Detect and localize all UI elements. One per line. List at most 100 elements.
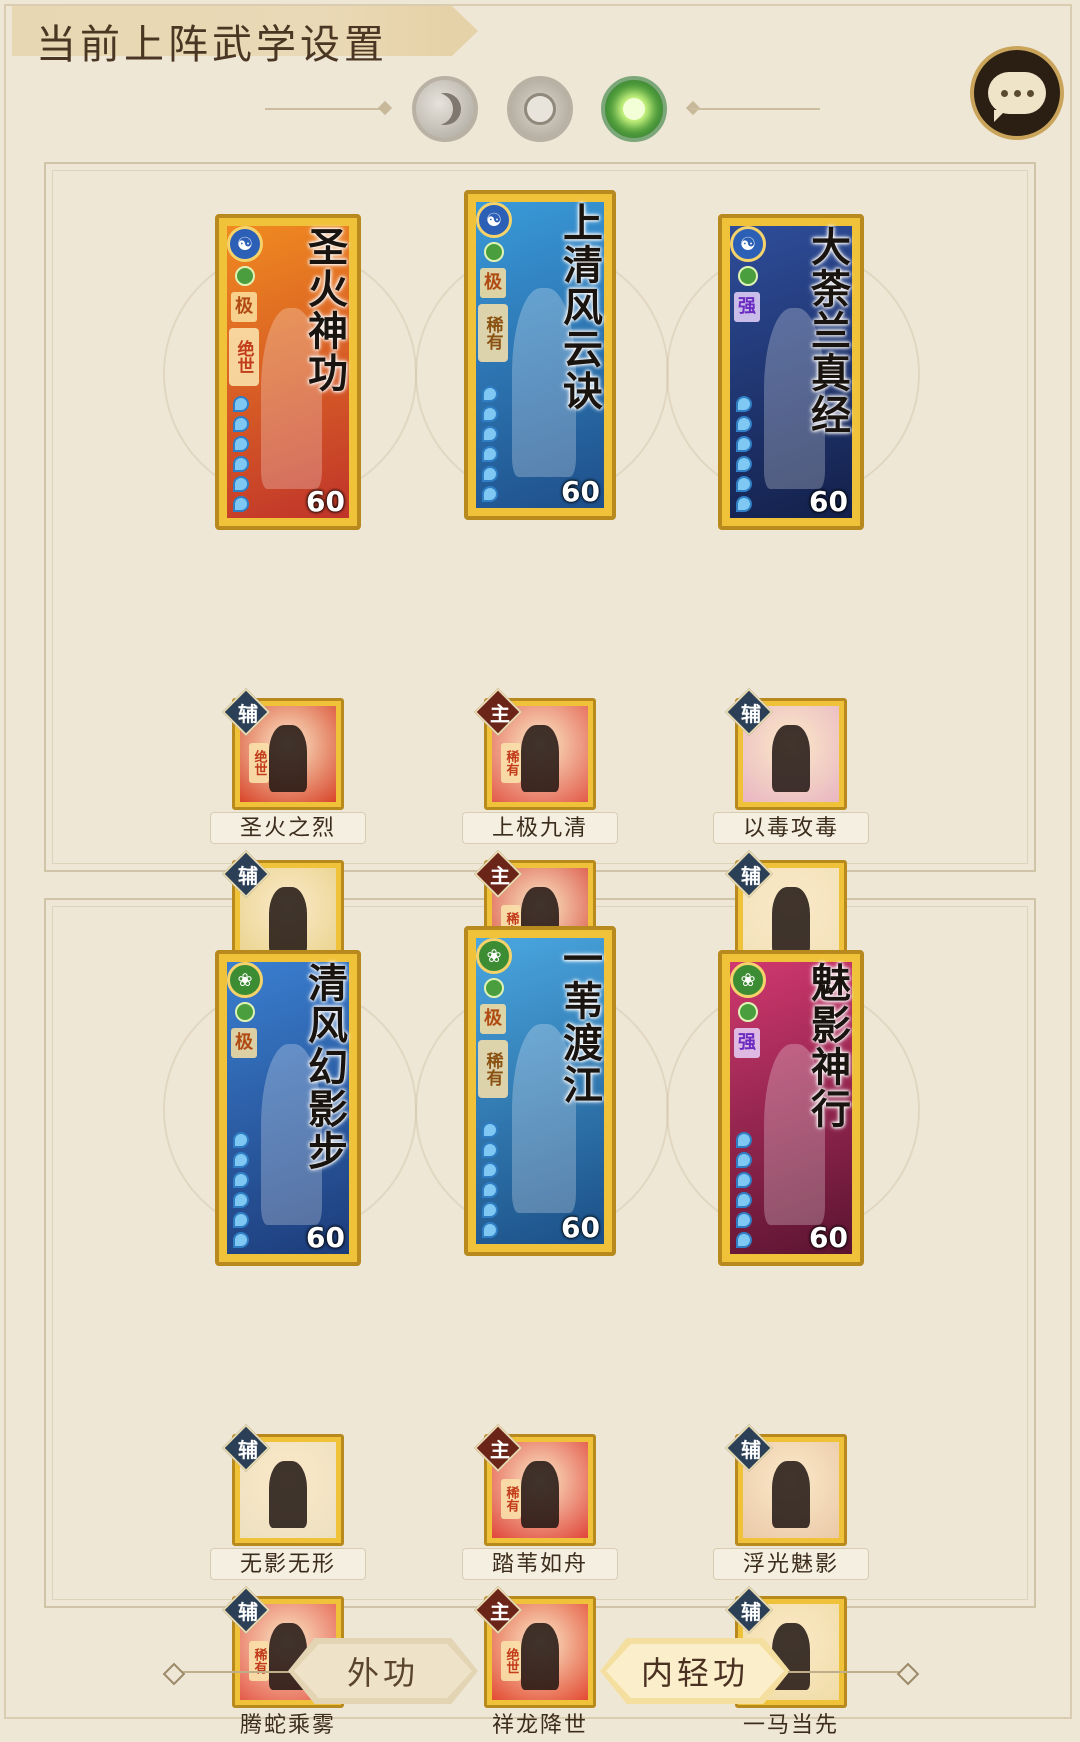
divider-line xyxy=(788,1671,908,1673)
drop-icon xyxy=(233,1172,249,1188)
drop-icon xyxy=(482,1202,498,1218)
bottom-tab-bar: 外功 内轻功 xyxy=(0,1638,1080,1708)
skill-icon[interactable]: 辅 xyxy=(724,1423,847,1546)
drop-icon xyxy=(736,396,752,412)
role-label: 辅 xyxy=(238,1600,258,1624)
divider-dot xyxy=(896,1662,920,1686)
drop-icon xyxy=(736,1152,752,1168)
drop-icon xyxy=(736,436,752,452)
skill-icon[interactable]: 主稀有 xyxy=(473,687,596,810)
role-label: 主 xyxy=(490,1438,510,1462)
rarity-badge: 稀有 xyxy=(478,304,508,362)
card-name: 清风幻影步 xyxy=(301,962,348,1172)
drop-icon xyxy=(233,396,249,412)
skill-name: 圣火之烈 xyxy=(210,812,366,844)
divider-dot xyxy=(377,100,393,116)
drop-icon xyxy=(482,1122,498,1138)
star-drops xyxy=(482,1122,498,1238)
star-drops xyxy=(736,396,752,512)
skill-icon[interactable]: 辅 xyxy=(221,1423,344,1546)
leaf-type-icon: ❀ xyxy=(730,962,766,998)
drop-icon xyxy=(482,486,498,502)
card-name: 圣火神功 xyxy=(301,226,348,394)
card-level: 60 xyxy=(561,475,600,508)
card-level: 60 xyxy=(809,1221,848,1254)
skill-silhouette xyxy=(520,725,560,793)
skill-silhouette xyxy=(520,1461,560,1529)
drop-icon xyxy=(233,1152,249,1168)
martial-art-card[interactable]: ❀ 极稀有 一苇渡江 60 xyxy=(464,926,616,1256)
divider-dot xyxy=(162,1662,186,1686)
sun-mode-icon[interactable] xyxy=(507,76,573,142)
leaf-type-icon: ❀ xyxy=(476,938,512,974)
skill-name: 踏苇如舟 xyxy=(462,1548,618,1580)
rarity-badge: 绝世 xyxy=(229,328,259,386)
drop-icon xyxy=(233,476,249,492)
drop-icon xyxy=(233,1212,249,1228)
star-drops xyxy=(233,1132,249,1248)
skill-name: 祥龙降世 xyxy=(491,1713,588,1738)
role-label: 主 xyxy=(490,864,510,888)
skill-silhouette xyxy=(771,1461,811,1529)
mode-selector xyxy=(0,76,1080,146)
skill-rarity-badge: 绝世 xyxy=(249,743,269,783)
drop-icon xyxy=(736,1172,752,1188)
tab-outer-skill[interactable]: 外功 xyxy=(288,1638,478,1704)
yin-yang-type-icon: ☯ xyxy=(476,202,512,238)
moon-badge-icon xyxy=(738,1002,758,1022)
martial-art-card[interactable]: ☯ 极稀有 上清风云诀 60 xyxy=(464,190,616,520)
moon-badge-icon xyxy=(484,242,504,262)
card-name: 一苇渡江 xyxy=(556,938,603,1106)
drop-icon xyxy=(233,456,249,472)
grade-badge: 强 xyxy=(734,1028,760,1058)
grade-badge: 极 xyxy=(480,268,506,298)
tab-label: 内轻功 xyxy=(640,1654,749,1692)
moon-badge-icon xyxy=(738,266,758,286)
skill-silhouette xyxy=(268,887,308,955)
martial-art-card[interactable]: ☯ 强 大荼兰真经 60 xyxy=(718,214,864,530)
card-name: 大荼兰真经 xyxy=(804,226,851,436)
leaf-type-icon: ❀ xyxy=(227,962,263,998)
drop-icon xyxy=(233,1132,249,1148)
martial-art-card[interactable]: ❀ 极 清风幻影步 60 xyxy=(215,950,361,1266)
drop-icon xyxy=(736,1132,752,1148)
tab-label: 外功 xyxy=(346,1654,419,1692)
drop-icon xyxy=(736,416,752,432)
drop-icon xyxy=(482,1162,498,1178)
drop-icon xyxy=(233,436,249,452)
role-label: 辅 xyxy=(741,864,761,888)
skill-icon[interactable]: 主稀有 xyxy=(473,1423,596,1546)
role-label: 主 xyxy=(490,702,510,726)
moon-mode-icon[interactable] xyxy=(412,76,478,142)
tab-inner-light-skill[interactable]: 内轻功 xyxy=(600,1638,790,1704)
divider-line xyxy=(265,108,385,110)
grade-badge: 极 xyxy=(231,292,257,322)
drop-icon xyxy=(482,426,498,442)
drop-icon xyxy=(482,1222,498,1238)
drop-icon xyxy=(233,1192,249,1208)
leaf-mode-icon[interactable] xyxy=(601,76,667,142)
drop-icon xyxy=(482,1142,498,1158)
drop-icon xyxy=(736,1192,752,1208)
grade-badge: 极 xyxy=(480,1004,506,1034)
skill-rarity-badge: 稀有 xyxy=(501,1479,521,1519)
skill-name: 腾蛇乘雾 xyxy=(239,1713,336,1738)
header-banner: 当前上阵武学设置 xyxy=(12,6,478,68)
star-drops xyxy=(233,396,249,512)
card-name: 上清风云诀 xyxy=(556,202,603,412)
moon-badge-icon xyxy=(235,266,255,286)
rarity-badge: 稀有 xyxy=(478,1040,508,1098)
martial-art-card[interactable]: ☯ 极绝世 圣火神功 60 xyxy=(215,214,361,530)
skill-icon[interactable]: 辅 xyxy=(724,687,847,810)
star-drops xyxy=(482,386,498,502)
role-label: 辅 xyxy=(741,1438,761,1462)
skill-silhouette xyxy=(771,887,811,955)
drop-icon xyxy=(482,406,498,422)
martial-art-card[interactable]: ❀ 强 魅影神行 60 xyxy=(718,950,864,1266)
skill-icon[interactable]: 辅绝世 xyxy=(221,687,344,810)
card-level: 60 xyxy=(306,1221,345,1254)
drop-icon xyxy=(482,386,498,402)
drop-icon xyxy=(233,1232,249,1248)
role-label: 辅 xyxy=(741,702,761,726)
star-drops xyxy=(736,1132,752,1248)
